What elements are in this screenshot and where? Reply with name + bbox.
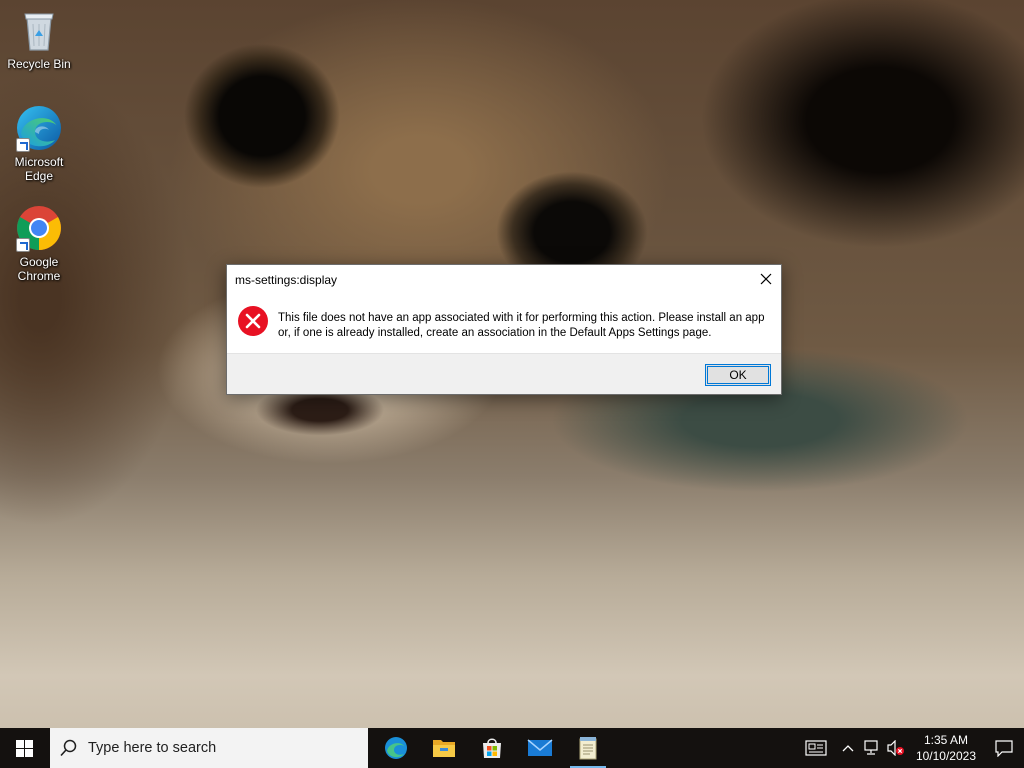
file-explorer-icon [433,740,455,757]
desktop-icon-label: Microsoft Edge [14,155,64,183]
system-tray: 1:35 AM 10/10/2023 [796,728,1024,768]
edge-icon [385,737,407,759]
desktop-icon-label: Google Chrome [17,255,61,283]
desktop-icon-label: Recycle Bin [7,57,71,71]
store-icon [483,738,501,758]
taskbar-mail-button[interactable] [516,728,564,768]
shortcut-arrow-icon [16,238,30,252]
show-hidden-icons-button[interactable] [836,728,860,768]
dialog-close-button[interactable] [751,265,781,293]
pinned-apps [372,728,612,768]
ok-button[interactable]: OK [705,364,771,386]
network-icon [864,740,878,755]
dialog-titlebar[interactable]: ms-settings:display [227,265,781,299]
shortcut-arrow-icon [16,138,30,152]
volume-muted-icon [887,740,904,756]
notification-icon [995,739,1013,757]
desktop-icon-recycle-bin[interactable]: Recycle Bin [4,6,74,71]
close-icon [760,273,772,285]
taskbar-edge-button[interactable] [372,728,420,768]
desktop-icon-chrome[interactable]: Google Chrome [4,204,74,283]
taskbar-store-button[interactable] [468,728,516,768]
taskbar-file-explorer-button[interactable] [420,728,468,768]
dialog-footer: OK [227,353,781,394]
taskbar: Type here to search 1:35 AM 10/10/2023 [0,728,1024,768]
notepad-icon [579,737,597,760]
clock-time: 1:35 AM [923,733,968,747]
chrome-icon [15,204,63,252]
taskbar-search-box[interactable]: Type here to search [50,728,368,768]
mail-icon [527,739,553,756]
start-button[interactable] [0,728,48,768]
notification-center-button[interactable] [984,728,1024,768]
news-widget-icon [805,740,827,756]
windows-start-icon [15,739,33,757]
error-dialog: ms-settings:display This file does not h… [226,264,782,395]
error-icon [237,305,269,337]
chevron-up-icon [842,745,854,752]
clock-date: 10/10/2023 [915,749,976,763]
news-widget-button[interactable] [796,728,836,768]
dialog-message: This file does not have an app associate… [278,312,765,339]
recycle-bin-icon [15,6,63,54]
dialog-title: ms-settings:display [235,273,338,287]
taskbar-clock[interactable]: 1:35 AM 10/10/2023 [908,732,984,764]
desktop-icon-edge[interactable]: Microsoft Edge [4,104,74,183]
network-button[interactable] [860,728,884,768]
search-icon [60,739,77,757]
volume-button[interactable] [884,728,908,768]
dialog-body: This file does not have an app associate… [227,299,781,354]
taskbar-notepad-button[interactable] [564,728,612,768]
edge-icon [15,104,63,152]
search-placeholder: Type here to search [88,740,217,756]
